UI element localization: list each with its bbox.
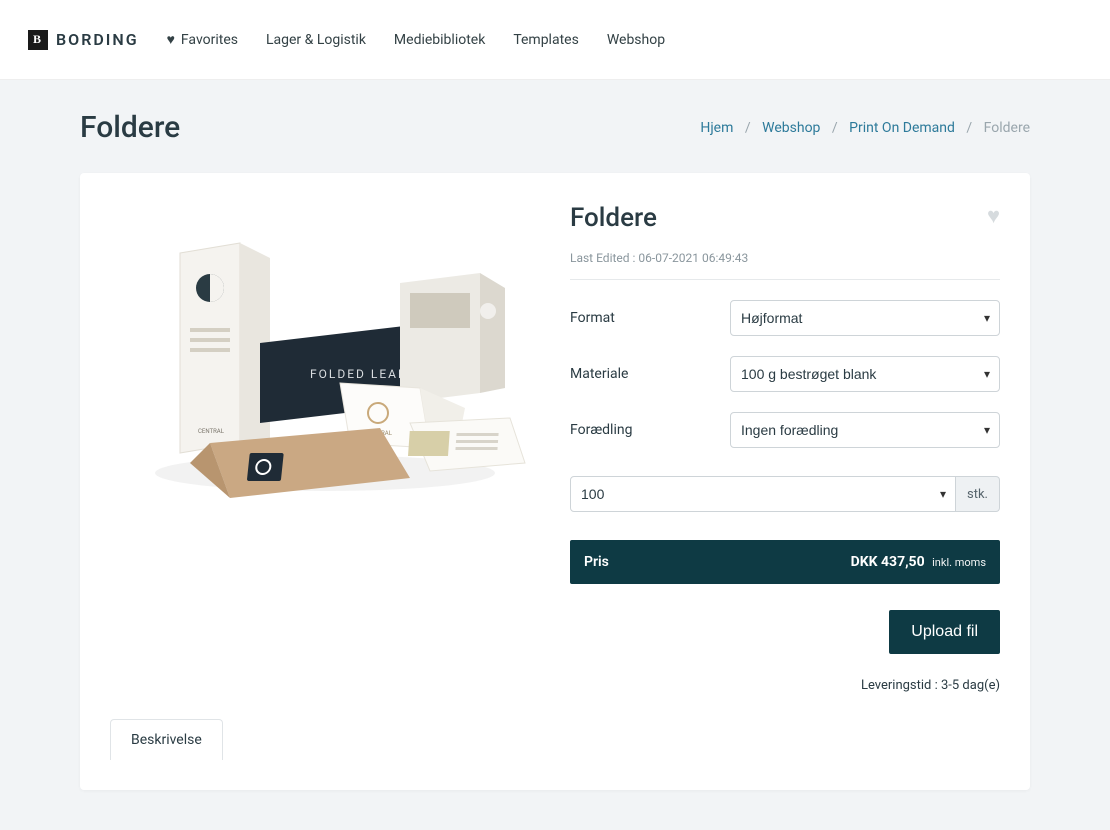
product-image: CENTRAL FOLDED LEAFLETS: [110, 203, 540, 693]
page-title: Foldere: [80, 110, 180, 145]
quantity-unit: stk.: [956, 476, 1000, 512]
product-illustration: CENTRAL FOLDED LEAFLETS: [110, 213, 540, 513]
nav-templates[interactable]: Templates: [513, 31, 579, 48]
price-label: Pris: [584, 554, 609, 570]
nav-webshop[interactable]: Webshop: [607, 31, 665, 48]
materiale-select[interactable]: 100 g bestrøget blank: [730, 356, 1000, 392]
price-bar: Pris DKK 437,50 inkl. moms: [570, 540, 1000, 584]
main-nav: ♥ Favorites Lager & Logistik Mediebiblio…: [167, 31, 665, 48]
upload-button[interactable]: Upload fil: [889, 610, 1000, 654]
logo[interactable]: B BORDING: [28, 30, 139, 50]
product-row: CENTRAL FOLDED LEAFLETS: [110, 203, 1000, 693]
price-value: DKK 437,50 inkl. moms: [851, 554, 986, 570]
nav-medie[interactable]: Mediebibliotek: [394, 31, 485, 48]
foraedling-select[interactable]: Ingen forædling: [730, 412, 1000, 448]
logo-mark: B: [28, 30, 48, 50]
option-materiale-row: Materiale 100 g bestrøget blank ▾: [570, 356, 1000, 392]
topbar: B BORDING ♥ Favorites Lager & Logistik M…: [0, 0, 1110, 80]
brand-name: BORDING: [56, 30, 139, 49]
svg-text:CENTRAL: CENTRAL: [198, 428, 225, 435]
breadcrumb-pod[interactable]: Print On Demand: [849, 120, 955, 136]
nav-favorites[interactable]: ♥ Favorites: [167, 31, 238, 48]
format-label: Format: [570, 310, 730, 326]
product-title: Foldere: [570, 203, 657, 233]
last-edited: Last Edited : 06-07-2021 06:49:43: [570, 251, 1000, 280]
option-foraedling-row: Forædling Ingen forædling ▾: [570, 412, 1000, 448]
option-format-row: Format Højformat ▾: [570, 300, 1000, 336]
breadcrumb-webshop[interactable]: Webshop: [762, 120, 820, 136]
tabs: Beskrivelse: [110, 719, 1000, 760]
tab-beskrivelse[interactable]: Beskrivelse: [110, 719, 223, 760]
heart-icon: ♥: [167, 31, 175, 48]
format-select[interactable]: Højformat: [730, 300, 1000, 336]
delivery-time: Leveringstid : 3-5 dag(e): [570, 678, 1000, 693]
nav-lager[interactable]: Lager & Logistik: [266, 31, 366, 48]
foraedling-label: Forædling: [570, 422, 730, 438]
breadcrumb: Hjem / Webshop / Print On Demand / Folde…: [700, 120, 1030, 136]
upload-row: Upload fil: [570, 610, 1000, 654]
nav-favorites-label: Favorites: [181, 32, 238, 48]
materiale-label: Materiale: [570, 366, 730, 382]
content-container: Foldere Hjem / Webshop / Print On Demand…: [50, 80, 1060, 830]
breadcrumb-current: Foldere: [984, 120, 1030, 136]
breadcrumb-hjem[interactable]: Hjem: [700, 120, 733, 136]
product-card: CENTRAL FOLDED LEAFLETS: [80, 173, 1030, 790]
favorite-icon[interactable]: ♥: [987, 203, 1000, 229]
quantity-select[interactable]: 100: [570, 476, 956, 512]
quantity-row: 100 ▾ stk.: [570, 476, 1000, 512]
page-header: Foldere Hjem / Webshop / Print On Demand…: [80, 110, 1030, 145]
product-info: Foldere ♥ Last Edited : 06-07-2021 06:49…: [570, 203, 1000, 693]
